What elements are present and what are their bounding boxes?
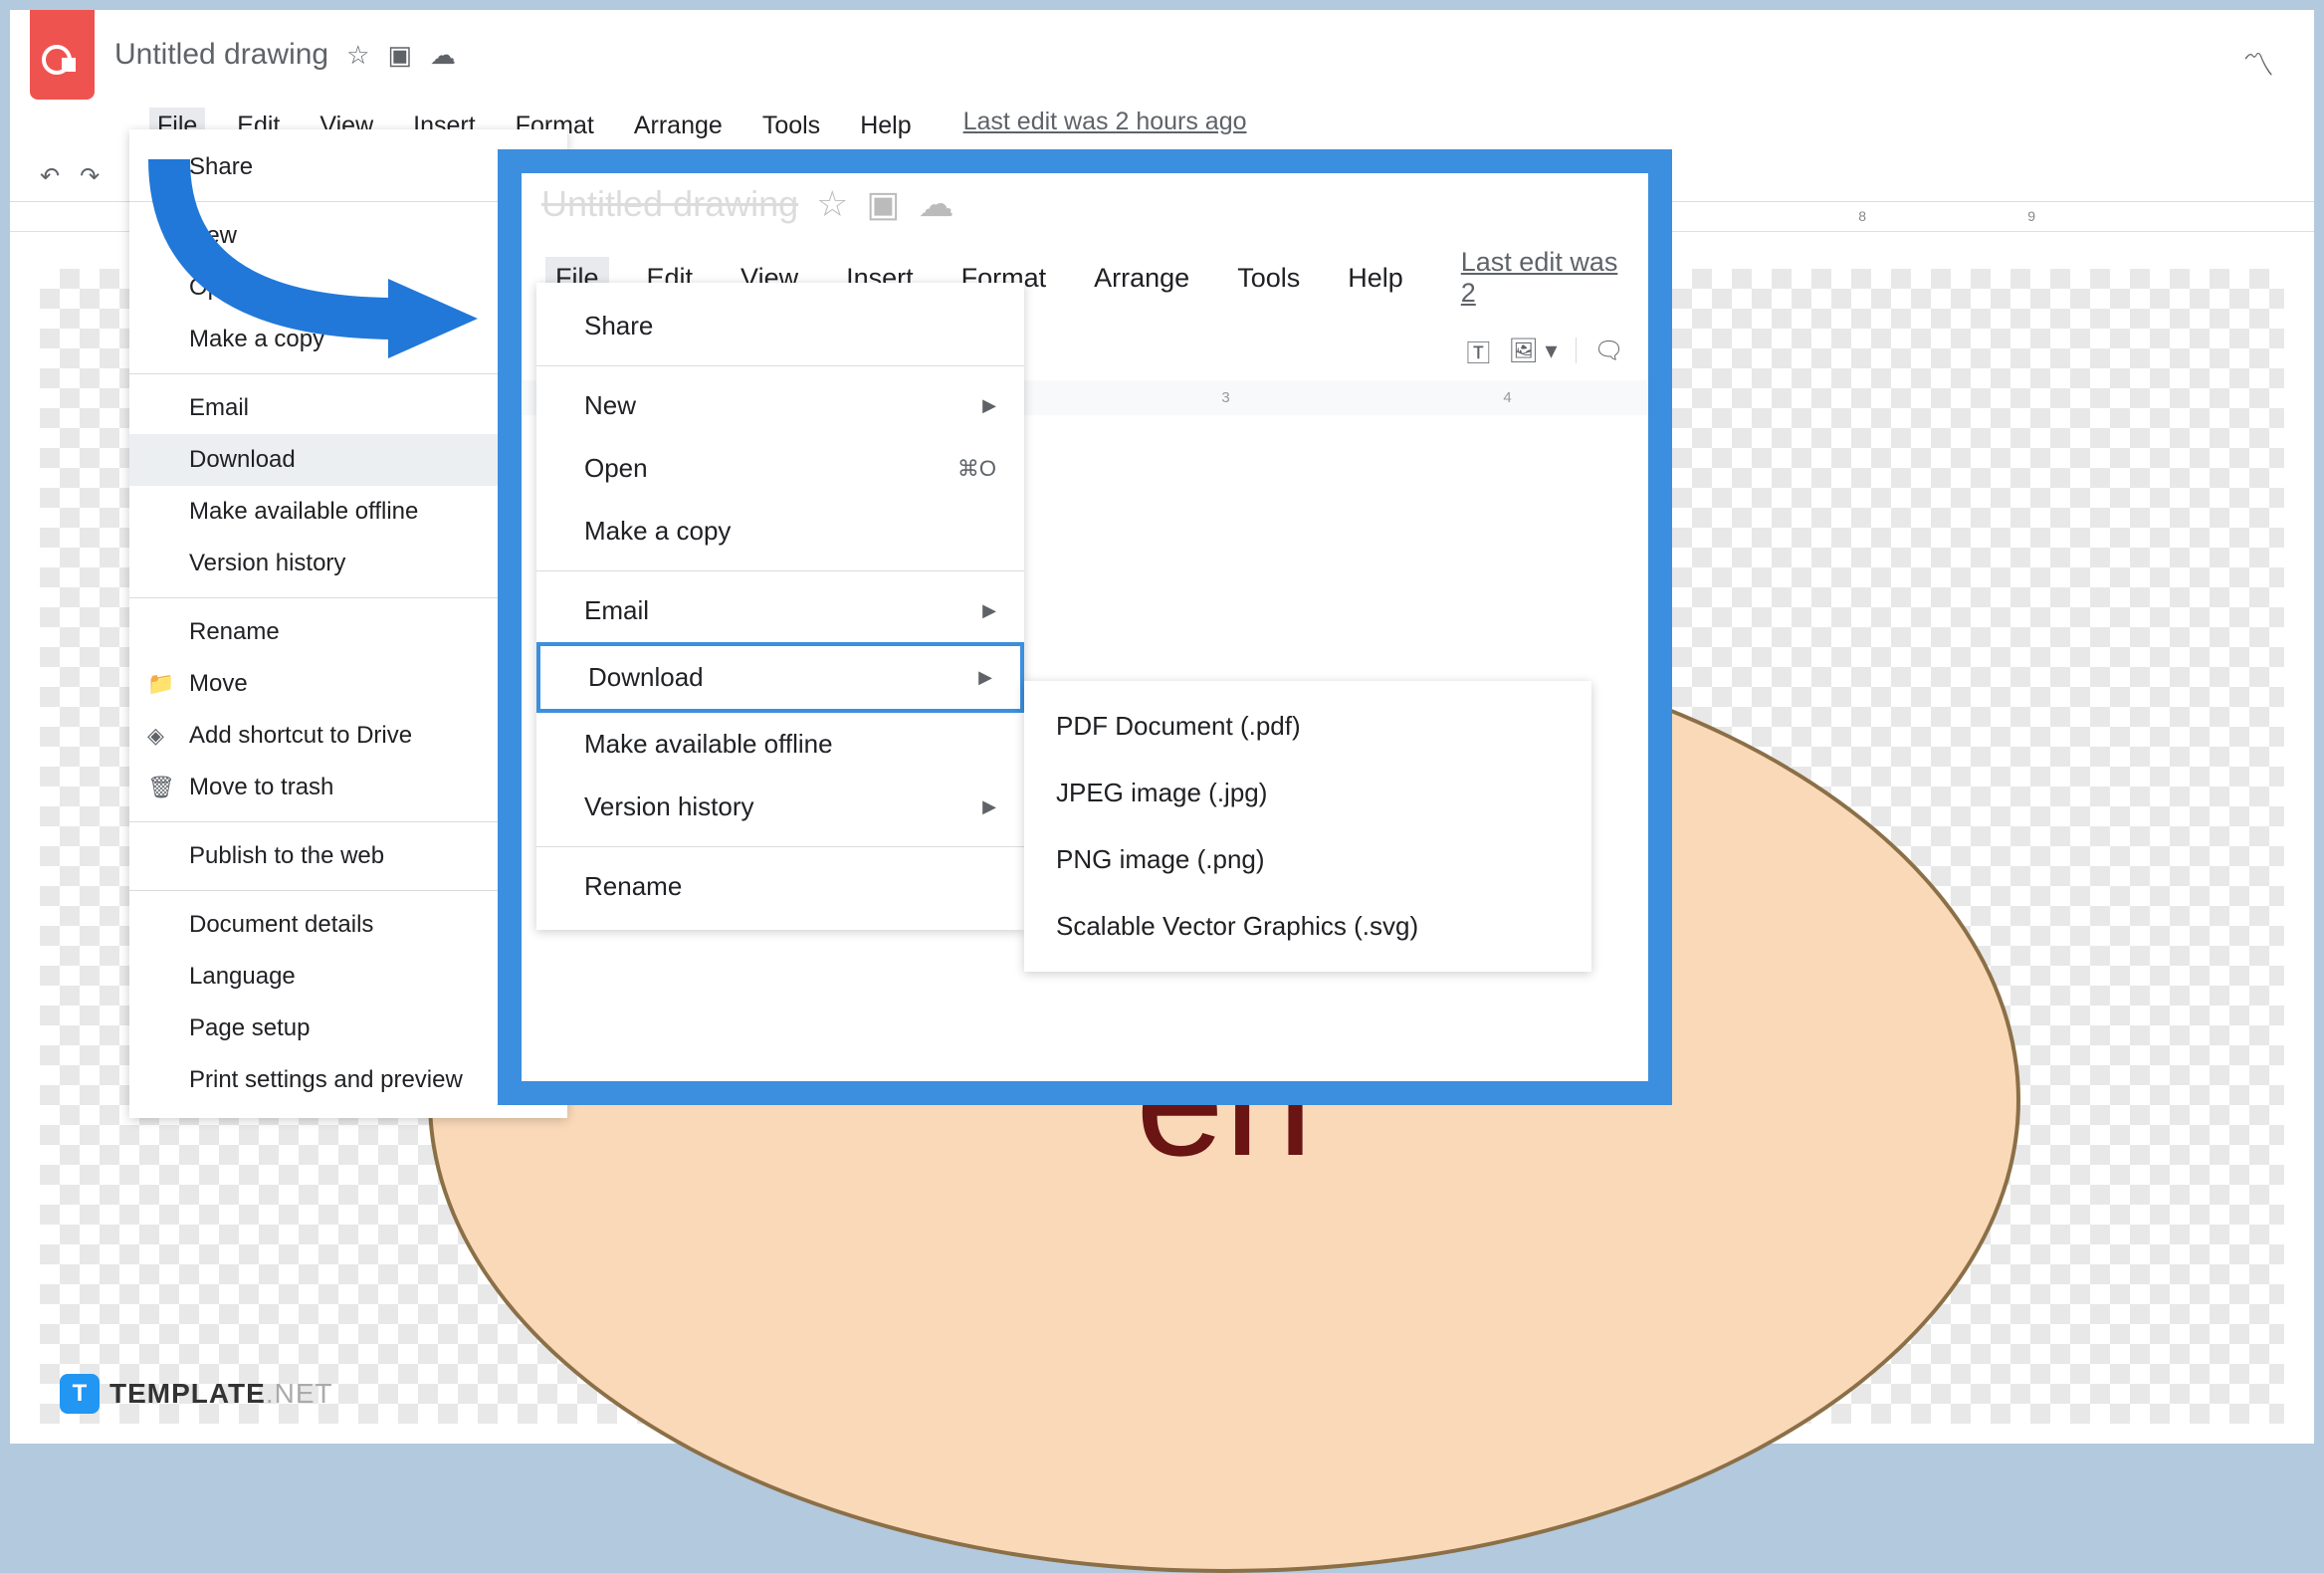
- ruler-tick: 3: [1221, 389, 1229, 406]
- menu-help[interactable]: Help: [852, 108, 919, 144]
- activity-icon[interactable]: 〽: [2242, 40, 2274, 86]
- download-submenu: PDF Document (.pdf) JPEG image (.jpg) PN…: [1024, 681, 1591, 972]
- chevron-right-icon: ▶: [982, 796, 996, 817]
- menu-tools[interactable]: Tools: [754, 108, 828, 144]
- download-pdf[interactable]: PDF Document (.pdf): [1024, 693, 1591, 760]
- zoom-menu-item-new[interactable]: New▶: [536, 374, 1024, 437]
- download-jpeg[interactable]: JPEG image (.jpg): [1024, 760, 1591, 826]
- menu-divider: [536, 570, 1024, 571]
- star-icon[interactable]: ☆: [346, 40, 369, 71]
- ruler-tick: 4: [1503, 389, 1511, 406]
- watermark-brand: TEMPLATE: [109, 1378, 266, 1409]
- document-title[interactable]: Untitled drawing: [114, 38, 328, 72]
- chevron-right-icon: ▶: [978, 667, 992, 688]
- template-logo-icon: T: [60, 1374, 100, 1414]
- zoom-last-edit-link[interactable]: Last edit was 2: [1461, 247, 1624, 309]
- zoom-menu-item-share[interactable]: Share: [536, 295, 1024, 357]
- folder-move-icon: 📁: [147, 671, 174, 697]
- redo-icon[interactable]: ↷: [80, 162, 100, 191]
- zoom-menu-help[interactable]: Help: [1338, 257, 1413, 300]
- ruler-tick: 8: [1858, 208, 1866, 224]
- zoom-callout-panel: Untitled drawing ☆ ▣ ☁ File Edit View In…: [498, 149, 1672, 1105]
- app-header: Untitled drawing ☆ ▣ ☁ 〽: [10, 10, 2314, 100]
- zoom-menu-item-version-history[interactable]: Version history▶: [536, 776, 1024, 838]
- zoom-menu-tools[interactable]: Tools: [1227, 257, 1310, 300]
- image-icon[interactable]: 🖼 ▾: [1508, 337, 1557, 365]
- drive-shortcut-icon: ◈: [147, 723, 164, 749]
- menu-divider: [536, 846, 1024, 847]
- cloud-status-icon: ☁: [430, 40, 456, 71]
- toolbar-separator: [1576, 337, 1577, 363]
- zoom-menu-item-rename[interactable]: Rename: [536, 855, 1024, 918]
- zoom-menu-item-make-copy[interactable]: Make a copy: [536, 500, 1024, 562]
- zoom-doc-title: Untitled drawing: [541, 183, 798, 225]
- move-folder-icon[interactable]: ▣: [866, 183, 900, 225]
- zoom-menu-arrange[interactable]: Arrange: [1084, 257, 1199, 300]
- ruler-tick: 9: [2027, 208, 2035, 224]
- move-folder-icon[interactable]: ▣: [387, 40, 412, 71]
- zoom-menu-item-download[interactable]: Download▶: [536, 642, 1024, 713]
- download-svg[interactable]: Scalable Vector Graphics (.svg): [1024, 893, 1591, 960]
- comment-icon[interactable]: 🗨: [1594, 337, 1624, 365]
- chevron-right-icon: ▶: [982, 395, 996, 416]
- last-edit-link[interactable]: Last edit was 2 hours ago: [963, 108, 1247, 144]
- download-png[interactable]: PNG image (.png): [1024, 826, 1591, 893]
- trash-icon: 🗑: [147, 775, 175, 800]
- zoom-file-dropdown: Share New▶ Open⌘O Make a copy Email▶ Dow…: [536, 283, 1024, 930]
- menu-divider: [536, 365, 1024, 366]
- watermark: T TEMPLATE.NET: [60, 1374, 333, 1414]
- keyboard-shortcut: ⌘O: [957, 456, 996, 482]
- google-drawings-logo[interactable]: [30, 10, 95, 100]
- zoom-menu-item-email[interactable]: Email▶: [536, 579, 1024, 642]
- callout-arrow-icon: [139, 139, 498, 398]
- chevron-right-icon: ▶: [982, 600, 996, 621]
- undo-icon[interactable]: ↶: [40, 162, 60, 191]
- textbox-icon[interactable]: 🅃: [1466, 334, 1490, 368]
- watermark-suffix: .NET: [266, 1378, 333, 1409]
- star-icon[interactable]: ☆: [816, 183, 848, 225]
- zoom-menu-item-open[interactable]: Open⌘O: [536, 437, 1024, 500]
- zoom-menu-item-offline[interactable]: Make available offline: [536, 713, 1024, 776]
- menu-arrange[interactable]: Arrange: [626, 108, 731, 144]
- cloud-status-icon: ☁: [918, 183, 953, 225]
